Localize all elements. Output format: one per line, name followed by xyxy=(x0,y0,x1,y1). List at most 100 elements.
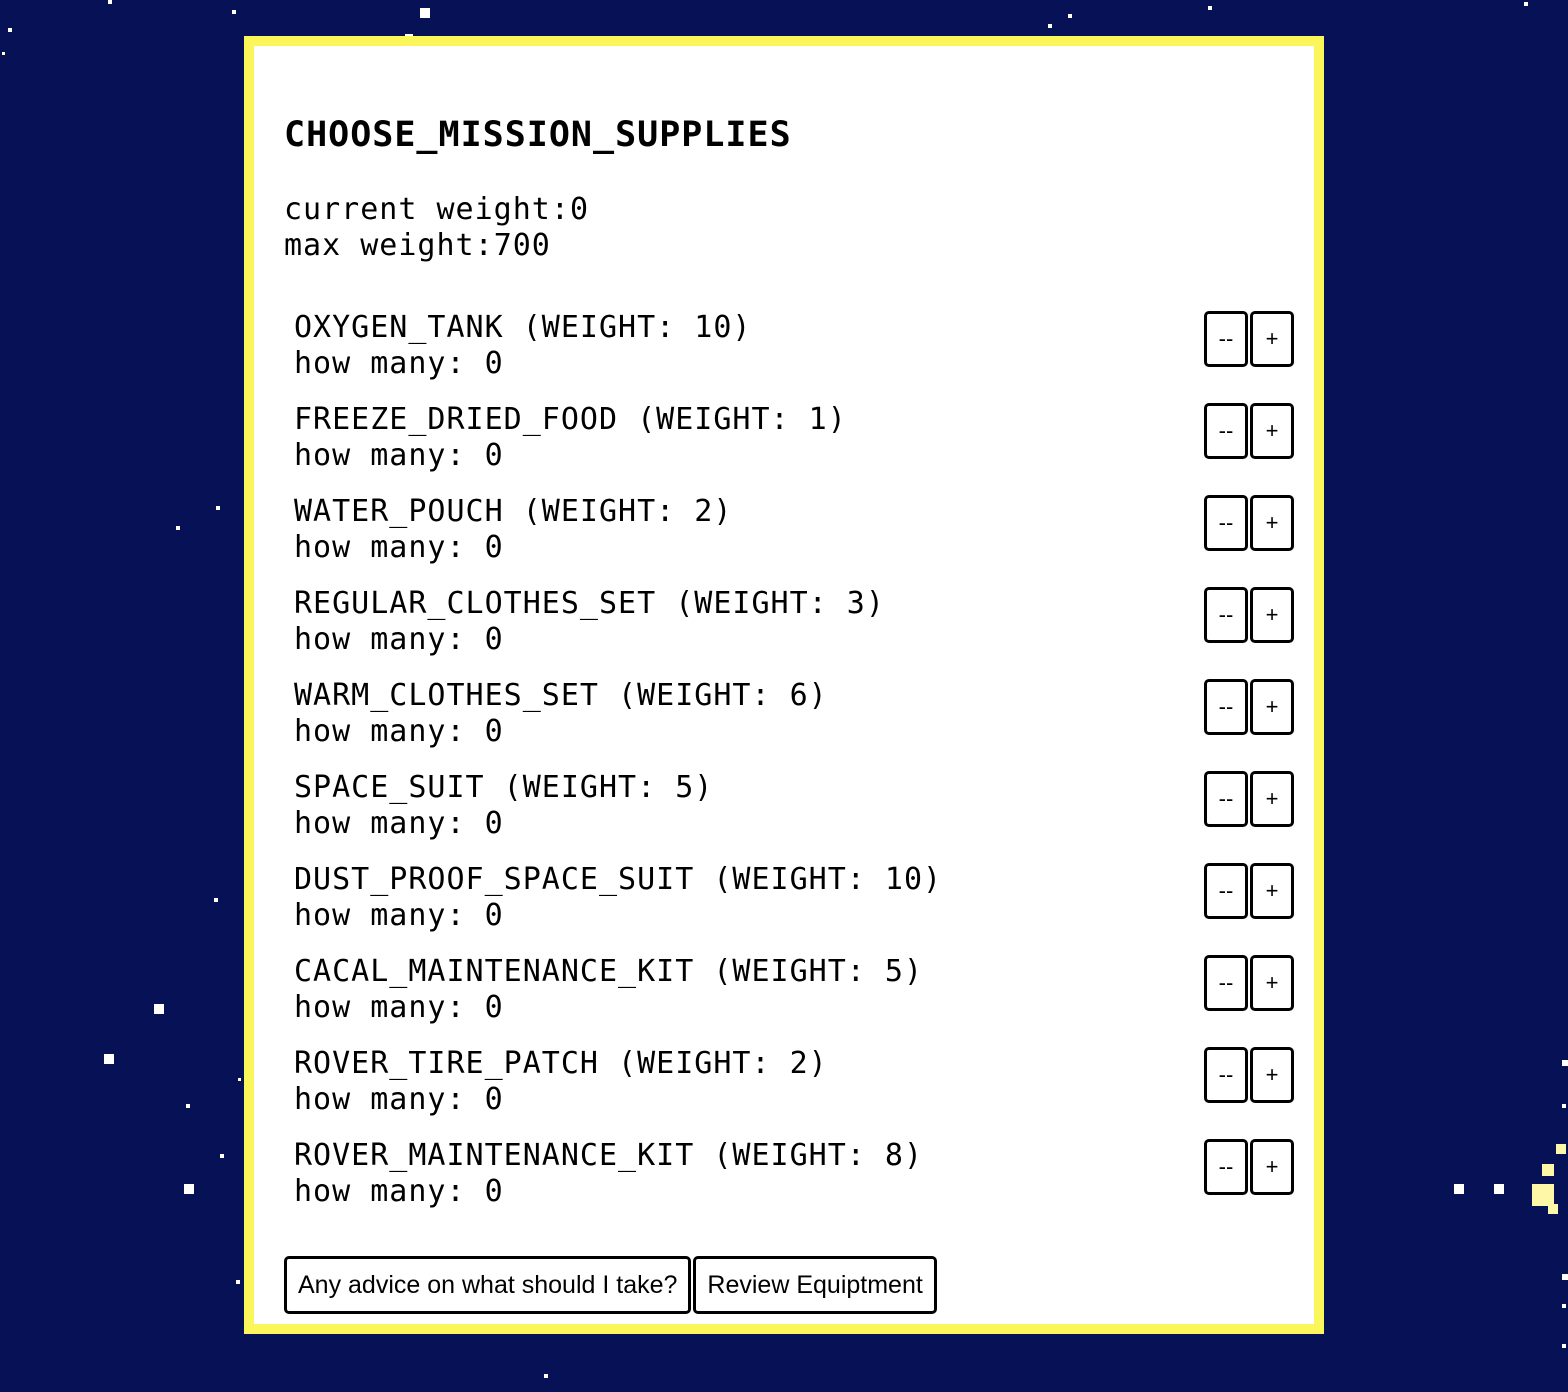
star-decoration xyxy=(420,8,430,18)
quantity-buttons: -- + xyxy=(1204,1047,1296,1103)
supply-item-name: CACAL_MAINTENANCE_KIT (WEIGHT: 5) xyxy=(294,954,924,989)
star-decoration xyxy=(1532,1184,1554,1206)
supply-item-rover-maintenance-kit: ROVER_MAINTENANCE_KIT (WEIGHT: 8) how ma… xyxy=(294,1138,1294,1230)
supply-item-name: OXYGEN_TANK (WEIGHT: 10) xyxy=(294,310,752,345)
supply-item-count-line: how many: 0 xyxy=(294,990,504,1026)
supply-item-oxygen-tank: OXYGEN_TANK (WEIGHT: 10) how many: 0 -- … xyxy=(294,310,1294,402)
supply-item-water-pouch: WATER_POUCH (WEIGHT: 2) how many: 0 -- + xyxy=(294,494,1294,586)
supply-item-name: WATER_POUCH (WEIGHT: 2) xyxy=(294,494,733,529)
how-many-label: how many: xyxy=(294,622,485,657)
quantity-buttons: -- + xyxy=(1204,403,1296,459)
increment-button[interactable]: + xyxy=(1250,955,1294,1011)
star-decoration xyxy=(1494,1184,1504,1194)
star-decoration xyxy=(1548,1204,1558,1214)
star-decoration xyxy=(1562,1104,1566,1108)
increment-button[interactable]: + xyxy=(1250,587,1294,643)
star-decoration xyxy=(220,1154,224,1158)
review-equipment-button[interactable]: Review Equiptment xyxy=(693,1256,937,1314)
increment-button[interactable]: + xyxy=(1250,863,1294,919)
star-decoration xyxy=(1068,14,1072,18)
increment-button[interactable]: + xyxy=(1250,679,1294,735)
star-decoration xyxy=(176,526,180,530)
how-many-label: how many: xyxy=(294,438,485,473)
star-decoration xyxy=(186,1104,190,1108)
decrement-button[interactable]: -- xyxy=(1204,955,1248,1011)
supply-item-count-line: how many: 0 xyxy=(294,806,504,842)
supply-item-count: 0 xyxy=(484,806,504,841)
star-decoration xyxy=(184,1184,194,1194)
supply-item-count: 0 xyxy=(484,346,504,381)
star-decoration xyxy=(1454,1184,1464,1194)
supply-item-count-line: how many: 0 xyxy=(294,898,504,934)
supply-item-name: ROVER_TIRE_PATCH (WEIGHT: 2) xyxy=(294,1046,828,1081)
increment-button[interactable]: + xyxy=(1250,1139,1294,1195)
supply-item-count: 0 xyxy=(484,1174,504,1209)
supply-item-count: 0 xyxy=(484,530,504,565)
how-many-label: how many: xyxy=(294,714,485,749)
star-decoration xyxy=(1524,2,1528,6)
quantity-buttons: -- + xyxy=(1204,863,1296,919)
quantity-buttons: -- + xyxy=(1204,771,1296,827)
decrement-button[interactable]: -- xyxy=(1204,403,1248,459)
star-decoration xyxy=(8,28,12,32)
quantity-buttons: -- + xyxy=(1204,587,1296,643)
decrement-button[interactable]: -- xyxy=(1204,679,1248,735)
quantity-buttons: -- + xyxy=(1204,495,1296,551)
current-weight-value: 0 xyxy=(569,192,589,227)
supply-item-name: ROVER_MAINTENANCE_KIT (WEIGHT: 8) xyxy=(294,1138,924,1173)
star-decoration xyxy=(214,898,218,902)
supply-item-count: 0 xyxy=(484,898,504,933)
how-many-label: how many: xyxy=(294,1082,485,1117)
supply-item-name: SPACE_SUIT (WEIGHT: 5) xyxy=(294,770,714,805)
star-decoration xyxy=(104,1054,114,1064)
supply-item-count-line: how many: 0 xyxy=(294,346,504,382)
increment-button[interactable]: + xyxy=(1250,495,1294,551)
supply-list: OXYGEN_TANK (WEIGHT: 10) how many: 0 -- … xyxy=(294,310,1294,1230)
decrement-button[interactable]: -- xyxy=(1204,495,1248,551)
weight-summary: current weight:0 max weight:700 xyxy=(284,192,589,264)
increment-button[interactable]: + xyxy=(1250,771,1294,827)
supply-item-count: 0 xyxy=(484,1082,504,1117)
how-many-label: how many: xyxy=(294,530,485,565)
supply-item-dust-proof-space-suit: DUST_PROOF_SPACE_SUIT (WEIGHT: 10) how m… xyxy=(294,862,1294,954)
decrement-button[interactable]: -- xyxy=(1204,863,1248,919)
supplies-panel: CHOOSE_MISSION_SUPPLIES current weight:0… xyxy=(244,36,1324,1334)
supply-item-cacal-maintenance-kit: CACAL_MAINTENANCE_KIT (WEIGHT: 5) how ma… xyxy=(294,954,1294,1046)
supply-item-count-line: how many: 0 xyxy=(294,1082,504,1118)
supply-item-count: 0 xyxy=(484,622,504,657)
page-title: CHOOSE_MISSION_SUPPLIES xyxy=(284,115,792,155)
increment-button[interactable]: + xyxy=(1250,403,1294,459)
supply-item-name: DUST_PROOF_SPACE_SUIT (WEIGHT: 10) xyxy=(294,862,943,897)
advice-button[interactable]: Any advice on what should I take? xyxy=(284,1256,692,1314)
increment-button[interactable]: + xyxy=(1250,311,1294,367)
supply-item-count-line: how many: 0 xyxy=(294,622,504,658)
star-decoration xyxy=(1208,6,1212,10)
star-decoration xyxy=(108,0,112,4)
supply-item-regular-clothes-set: REGULAR_CLOTHES_SET (WEIGHT: 3) how many… xyxy=(294,586,1294,678)
supply-item-space-suit: SPACE_SUIT (WEIGHT: 5) how many: 0 -- + xyxy=(294,770,1294,862)
current-weight-line: current weight:0 xyxy=(284,192,589,228)
star-decoration xyxy=(1556,1144,1566,1154)
supply-item-count-line: how many: 0 xyxy=(294,1174,504,1210)
supply-item-rover-tire-patch: ROVER_TIRE_PATCH (WEIGHT: 2) how many: 0… xyxy=(294,1046,1294,1138)
supply-item-name: REGULAR_CLOTHES_SET (WEIGHT: 3) xyxy=(294,586,885,621)
supply-item-name: FREEZE_DRIED_FOOD (WEIGHT: 1) xyxy=(294,402,847,437)
star-decoration xyxy=(216,506,220,510)
supply-item-count-line: how many: 0 xyxy=(294,714,504,750)
increment-button[interactable]: + xyxy=(1250,1047,1294,1103)
decrement-button[interactable]: -- xyxy=(1204,311,1248,367)
star-decoration xyxy=(238,1078,241,1081)
supply-item-count: 0 xyxy=(484,438,504,473)
quantity-buttons: -- + xyxy=(1204,311,1296,367)
supply-item-count-line: how many: 0 xyxy=(294,530,504,566)
supply-item-name: WARM_CLOTHES_SET (WEIGHT: 6) xyxy=(294,678,828,713)
star-decoration xyxy=(544,1374,548,1378)
decrement-button[interactable]: -- xyxy=(1204,1047,1248,1103)
how-many-label: how many: xyxy=(294,1174,485,1209)
star-decoration xyxy=(1048,24,1052,28)
star-decoration xyxy=(236,1280,240,1284)
decrement-button[interactable]: -- xyxy=(1204,771,1248,827)
decrement-button[interactable]: -- xyxy=(1204,587,1248,643)
decrement-button[interactable]: -- xyxy=(1204,1139,1248,1195)
supply-item-warm-clothes-set: WARM_CLOTHES_SET (WEIGHT: 6) how many: 0… xyxy=(294,678,1294,770)
